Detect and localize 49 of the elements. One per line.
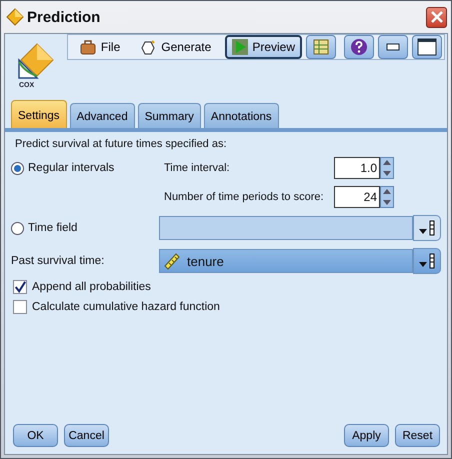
- field-picker-button[interactable]: [413, 248, 441, 274]
- field-label: Past survival time:: [11, 255, 106, 267]
- radio-label[interactable]: Regular intervals: [28, 162, 114, 174]
- dialog-button[interactable]: OK: [13, 424, 58, 447]
- radio-button[interactable]: [11, 162, 24, 174]
- field-picker-icon: [418, 253, 436, 269]
- maximize-button[interactable]: [412, 35, 442, 59]
- help-button[interactable]: [344, 35, 374, 59]
- tab[interactable]: Advanced: [70, 103, 135, 128]
- radio-button[interactable]: [11, 222, 24, 234]
- section-label: Predict survival at future times specified as:: [14, 138, 228, 150]
- close-icon: [430, 11, 444, 23]
- maximize-icon: [417, 38, 437, 56]
- menu-button[interactable]: Generate: [134, 36, 222, 58]
- field-dropdown[interactable]: tenure: [159, 249, 413, 273]
- number-field[interactable]: 1.0: [334, 157, 380, 179]
- window-title: Prediction: [27, 8, 102, 26]
- radio-label[interactable]: Time field: [28, 222, 78, 234]
- field-picker-icon: [418, 220, 436, 236]
- grid-icon: [312, 38, 330, 56]
- table-button[interactable]: [306, 35, 336, 59]
- field-picker-button[interactable]: [413, 215, 441, 241]
- briefcase-icon: [80, 40, 96, 54]
- dialog-button[interactable]: Apply: [344, 424, 389, 447]
- checkbox-label[interactable]: Calculate cumulative hazard function: [32, 301, 220, 313]
- hexagon-icon: [140, 40, 156, 54]
- number-field[interactable]: 24: [334, 186, 380, 208]
- spin-arrows-icon[interactable]: [380, 186, 394, 208]
- checkbox[interactable]: [13, 280, 27, 294]
- close-button[interactable]: [426, 6, 447, 28]
- field-label: Time interval:: [164, 162, 231, 174]
- preview-button[interactable]: Preview: [225, 35, 302, 59]
- tab[interactable]: Settings: [11, 100, 67, 128]
- help-icon: [350, 38, 368, 56]
- app-icon: [6, 8, 24, 26]
- minimize-icon: [386, 43, 400, 51]
- checkbox[interactable]: [13, 300, 27, 314]
- dialog-button[interactable]: Cancel: [64, 424, 109, 447]
- tab[interactable]: Summary: [138, 103, 201, 128]
- field-label: Number of time periods to score:: [164, 191, 325, 203]
- minimize-button[interactable]: [378, 35, 408, 59]
- ruler-icon: [163, 252, 181, 270]
- play-icon: [232, 39, 248, 55]
- tab[interactable]: Annotations: [204, 103, 279, 128]
- checkbox-label[interactable]: Append all probabilities: [32, 281, 151, 293]
- menu-button[interactable]: File: [74, 36, 130, 58]
- field-dropdown[interactable]: [159, 216, 413, 240]
- spin-arrows-icon[interactable]: [380, 157, 394, 179]
- dialog-button[interactable]: Reset: [395, 424, 440, 447]
